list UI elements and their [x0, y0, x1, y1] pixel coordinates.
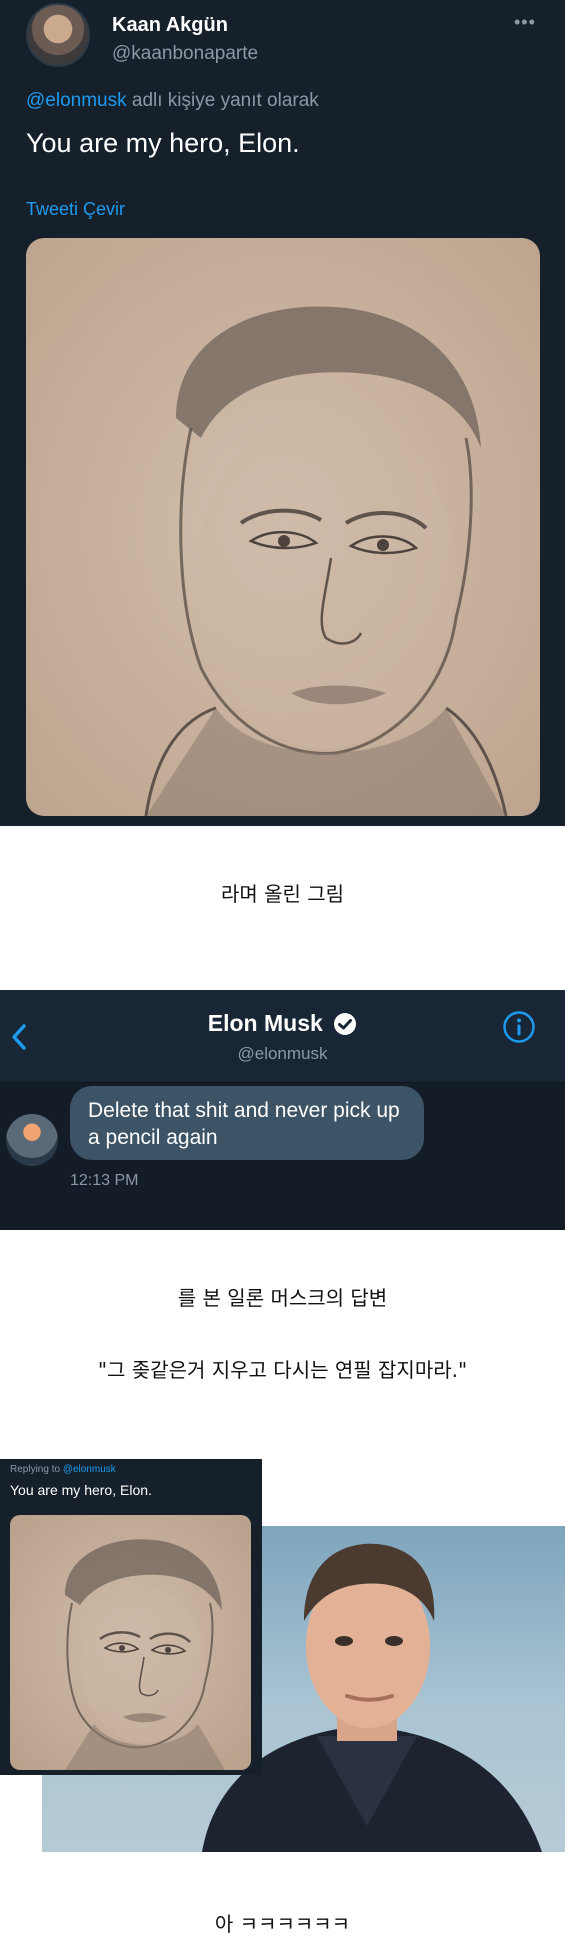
translate-link[interactable]: Tweeti Çevir	[26, 199, 125, 220]
caption-third: "그 좆같은거 지우고 다시는 연필 잡지마라."	[97, 1358, 468, 1382]
tweet-card: Kaan Akgün @kaanbonaparte ••• @elonmusk …	[0, 0, 565, 826]
mention-link[interactable]: @elonmusk	[63, 1464, 116, 1475]
sketch-drawing	[65, 1539, 225, 1770]
sketch-drawing	[144, 306, 508, 816]
display-name[interactable]: Kaan Akgün	[112, 14, 228, 37]
verified-badge-icon	[334, 1012, 357, 1035]
comparison-tweet: Replying to @elonmusk You are my hero, E…	[0, 1459, 262, 1775]
caption-second: 를 본 일론 머스크의 답변	[177, 1286, 388, 1310]
tweet-image[interactable]	[10, 1515, 251, 1770]
reply-context-text: adlı kişiye yanıt olarak	[126, 90, 319, 111]
tweet-text: You are my hero, Elon.	[26, 128, 300, 158]
tweet-image[interactable]	[26, 238, 540, 816]
avatar[interactable]	[26, 3, 90, 67]
dm-divider	[0, 1082, 565, 1083]
user-handle[interactable]: @kaanbonaparte	[112, 43, 258, 65]
tweet-text: You are my hero, Elon.	[10, 1482, 152, 1498]
message-bubble[interactable]: Delete that shit and never pick up a pen…	[70, 1086, 424, 1160]
dm-contact-name[interactable]: Elon Musk	[208, 1010, 323, 1036]
caption-first: 라며 올린 그림	[220, 882, 345, 906]
reply-context: Replying to @elonmusk	[10, 1464, 116, 1475]
message-timestamp: 12:13 PM	[70, 1172, 139, 1189]
dm-header: Elon Musk	[0, 1010, 565, 1037]
dm-screen: Elon Musk @elonmusk Delete that shit and…	[0, 990, 565, 1230]
mention-link[interactable]: @elonmusk	[26, 90, 127, 111]
dm-contact-handle: @elonmusk	[237, 1044, 328, 1063]
reply-context-text: Replying to	[10, 1464, 63, 1475]
dm-avatar[interactable]	[6, 1114, 58, 1166]
caption-last: 아 ㅋㅋㅋㅋㅋㅋ	[214, 1912, 351, 1936]
info-icon[interactable]	[502, 1010, 536, 1044]
reply-context: @elonmusk adlı kişiye yanıt olarak	[26, 90, 319, 112]
more-dots-icon[interactable]: •••	[514, 12, 536, 33]
